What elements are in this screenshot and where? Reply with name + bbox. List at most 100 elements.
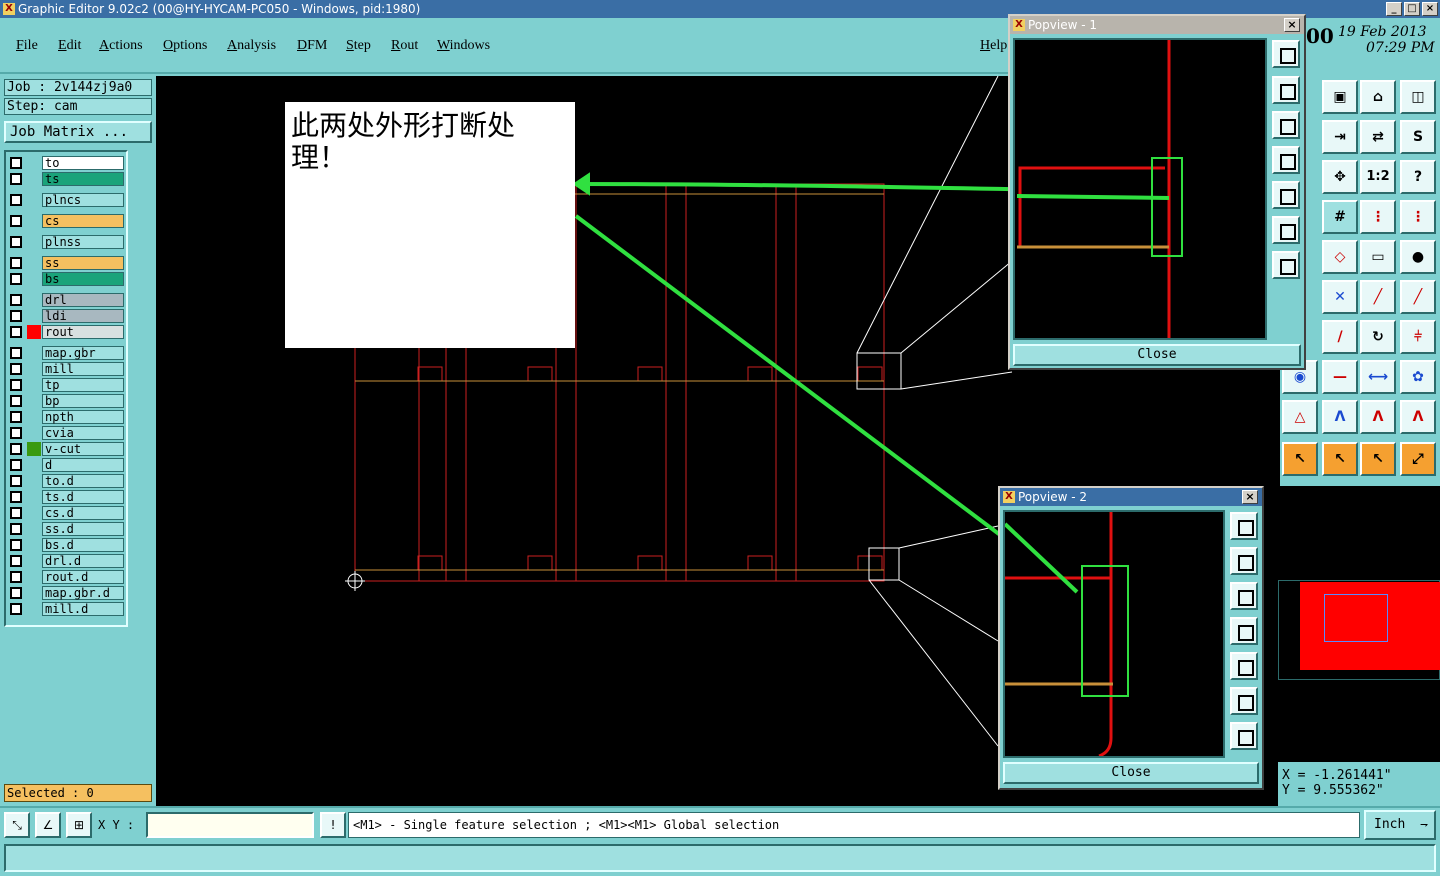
job-matrix-button[interactable]: Job Matrix ... <box>4 121 152 143</box>
layer-row[interactable]: ts <box>8 172 124 186</box>
tool-cross-icon[interactable]: ✕ <box>1322 280 1358 314</box>
pv1-zoom-in-icon[interactable] <box>1272 251 1300 279</box>
units-selector[interactable]: Inch ⇁ <box>1364 810 1436 840</box>
angle-snap-icon[interactable]: ∠ <box>35 812 61 838</box>
tool-home-icon[interactable]: ⌂ <box>1360 80 1396 114</box>
tool-arch-icon[interactable]: Λ <box>1322 400 1358 434</box>
layer-row[interactable]: d <box>8 458 124 472</box>
tool-rotate-icon[interactable]: ↻ <box>1360 320 1396 354</box>
tool-line-dot-icon[interactable]: ╱ <box>1400 280 1436 314</box>
tool-select-net-icon[interactable]: ⤢ <box>1400 442 1436 476</box>
grid-snap-icon[interactable]: ⊞ <box>66 812 92 838</box>
pv2-zoom-home-icon[interactable] <box>1230 512 1258 540</box>
pv1-pan-left-icon[interactable] <box>1272 146 1300 174</box>
layer-row[interactable]: bp <box>8 394 124 408</box>
layer-checkbox[interactable] <box>10 427 22 439</box>
pv2-zoom-out-icon[interactable] <box>1230 687 1258 715</box>
tool-arch-red-icon[interactable]: Λ <box>1360 400 1396 434</box>
layer-checkbox[interactable] <box>10 411 22 423</box>
layer-checkbox[interactable] <box>10 215 22 227</box>
popview-1-close-x-button[interactable]: × <box>1284 18 1300 32</box>
menu-options[interactable]: Options <box>163 38 207 54</box>
menu-analysis[interactable]: Analysis <box>227 38 276 54</box>
layer-checkbox[interactable] <box>10 555 22 567</box>
tool-select-pointer-icon[interactable]: ↖ <box>1282 442 1318 476</box>
layer-row[interactable]: drl.d <box>8 554 124 568</box>
layer-checkbox[interactable] <box>10 194 22 206</box>
tool-edit-shape-icon[interactable]: ◇ <box>1322 240 1358 274</box>
layer-row[interactable]: rout.d <box>8 570 124 584</box>
layer-row[interactable]: bs.d <box>8 538 124 552</box>
popview-1-close-button[interactable]: Close <box>1013 344 1301 366</box>
tool-center-icon[interactable]: ✥ <box>1322 160 1358 194</box>
snap-icon[interactable]: ⤡ <box>4 812 30 838</box>
layer-row[interactable]: mill <box>8 362 124 376</box>
pv2-pan-up-icon[interactable] <box>1230 547 1258 575</box>
pv1-pan-right-icon[interactable] <box>1272 181 1300 209</box>
menu-step[interactable]: Step <box>346 38 371 54</box>
layer-row[interactable]: map.gbr.d <box>8 586 124 600</box>
layer-checkbox[interactable] <box>10 507 22 519</box>
tool-align-icon[interactable]: ⫩ <box>1400 320 1436 354</box>
overview-panel[interactable] <box>1278 486 1440 762</box>
layer-checkbox[interactable] <box>10 603 22 615</box>
tool-swap-icon[interactable]: ⇄ <box>1360 120 1396 154</box>
tool-help-button[interactable]: ? <box>1400 160 1436 194</box>
tool-split-icon[interactable]: ◫ <box>1400 80 1436 114</box>
layer-row[interactable]: cvia <box>8 426 124 440</box>
tool-triangle-icon[interactable]: △ <box>1282 400 1318 434</box>
xy-input[interactable] <box>146 812 314 838</box>
layer-checkbox[interactable] <box>10 539 22 551</box>
tool-ruler-icon[interactable]: ▭ <box>1360 240 1396 274</box>
layer-checkbox[interactable] <box>10 273 22 285</box>
layer-row[interactable]: ss <box>8 256 124 270</box>
layer-row[interactable]: ldi <box>8 309 124 323</box>
menu-file[interactable]: File <box>16 38 38 54</box>
tool-line-icon[interactable]: ╱ <box>1360 280 1396 314</box>
layer-row[interactable]: plnss <box>8 235 124 249</box>
layer-row[interactable]: tp <box>8 378 124 392</box>
tool-export-icon[interactable]: ⇥ <box>1322 120 1358 154</box>
layer-row[interactable]: npth <box>8 410 124 424</box>
layer-checkbox[interactable] <box>10 571 22 583</box>
pv1-pan-down-icon[interactable] <box>1272 111 1300 139</box>
layer-checkbox[interactable] <box>10 257 22 269</box>
close-window-button[interactable]: × <box>1422 2 1438 16</box>
layer-checkbox[interactable] <box>10 379 22 391</box>
layer-row[interactable]: cs <box>8 214 124 228</box>
layer-row[interactable]: rout <box>8 325 124 339</box>
layer-row[interactable]: to.d <box>8 474 124 488</box>
tool-shapes-icon[interactable]: ✿ <box>1400 360 1436 394</box>
menu-help[interactable]: Help <box>980 38 1007 54</box>
layer-row[interactable]: map.gbr <box>8 346 124 360</box>
tool-select-poly-icon[interactable]: ↖ <box>1360 442 1396 476</box>
layer-checkbox[interactable] <box>10 443 22 455</box>
tool-layers-icon[interactable]: ⋮ <box>1360 200 1396 234</box>
layer-row[interactable]: mill.d <box>8 602 124 616</box>
layer-checkbox[interactable] <box>10 363 22 375</box>
pv1-pan-up-icon[interactable] <box>1272 76 1300 104</box>
layer-checkbox[interactable] <box>10 347 22 359</box>
popview-2-close-button[interactable]: Close <box>1003 762 1259 784</box>
layer-row[interactable]: plncs <box>8 193 124 207</box>
tool-snake-icon[interactable]: S <box>1400 120 1436 154</box>
layer-checkbox[interactable] <box>10 173 22 185</box>
pv2-pan-right-icon[interactable] <box>1230 652 1258 680</box>
layer-checkbox[interactable] <box>10 236 22 248</box>
menu-edit[interactable]: Edit <box>58 38 81 54</box>
tool-display-icon[interactable]: ▣ <box>1322 80 1358 114</box>
popview-2-view[interactable] <box>1003 510 1225 758</box>
menu-windows[interactable]: Windows <box>437 38 490 54</box>
layer-checkbox[interactable] <box>10 587 22 599</box>
layer-row[interactable]: to <box>8 156 124 170</box>
layer-checkbox[interactable] <box>10 310 22 322</box>
layer-checkbox[interactable] <box>10 459 22 471</box>
layer-row[interactable]: ss.d <box>8 522 124 536</box>
maximize-button[interactable]: □ <box>1404 2 1420 16</box>
tool-slash-icon[interactable]: / <box>1322 320 1358 354</box>
pv1-zoom-home-icon[interactable] <box>1272 40 1300 68</box>
menu-dfm[interactable]: DFM <box>297 38 327 54</box>
layer-checkbox[interactable] <box>10 475 22 487</box>
layer-checkbox[interactable] <box>10 326 22 338</box>
pv2-pan-left-icon[interactable] <box>1230 617 1258 645</box>
